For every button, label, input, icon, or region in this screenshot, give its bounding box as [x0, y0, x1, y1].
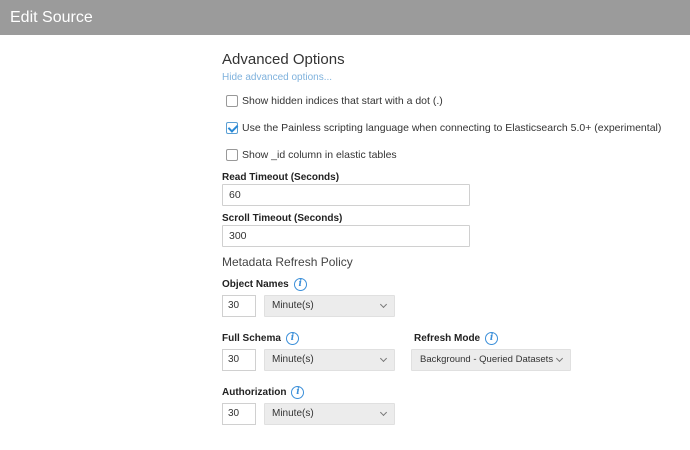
refresh-mode-select[interactable]: Background - Queried Datasets	[411, 349, 571, 371]
chevron-down-icon	[555, 354, 564, 363]
metadata-refresh-policy-title: Metadata Refresh Policy	[222, 255, 353, 269]
painless-scripting-label: Use the Painless scripting language when…	[242, 122, 662, 134]
info-icon[interactable]: i	[485, 332, 499, 345]
object-names-label: Object Names	[222, 279, 289, 290]
authorization-label-row: Authorization i	[222, 386, 305, 399]
chevron-down-icon	[379, 300, 388, 309]
authorization-label: Authorization	[222, 387, 287, 398]
hide-advanced-options-link[interactable]: Hide advanced options...	[222, 72, 332, 83]
chevron-down-icon	[379, 408, 388, 417]
show-hidden-indices-label: Show hidden indices that start with a do…	[242, 95, 443, 107]
authorization-unit-value: Minute(s)	[272, 408, 314, 419]
refresh-mode-value: Background - Queried Datasets	[420, 354, 554, 365]
show-hidden-indices-checkbox[interactable]	[226, 95, 238, 107]
scroll-timeout-label: Scroll Timeout (Seconds)	[222, 213, 343, 224]
full-schema-interval-input[interactable]: 30	[222, 349, 256, 371]
read-timeout-input[interactable]: 60	[222, 184, 470, 206]
page-title: Edit Source	[10, 9, 93, 26]
header-bar: Edit Source	[0, 0, 690, 35]
checkbox-row-show-id[interactable]: Show _id column in elastic tables	[226, 149, 397, 161]
info-icon[interactable]: i	[285, 332, 299, 345]
full-schema-unit-select[interactable]: Minute(s)	[264, 349, 395, 371]
show-id-column-checkbox[interactable]	[226, 149, 238, 161]
info-icon[interactable]: i	[293, 278, 307, 291]
scroll-timeout-input[interactable]: 300	[222, 225, 470, 247]
advanced-options-title: Advanced Options	[222, 51, 345, 68]
authorization-interval-input[interactable]: 30	[222, 403, 256, 425]
info-icon[interactable]: i	[291, 386, 305, 399]
full-schema-unit-value: Minute(s)	[272, 354, 314, 365]
painless-scripting-checkbox[interactable]	[226, 122, 238, 134]
full-schema-label-row: Full Schema i	[222, 332, 299, 345]
checkbox-row-hidden-indices[interactable]: Show hidden indices that start with a do…	[226, 95, 443, 107]
object-names-interval-input[interactable]: 30	[222, 295, 256, 317]
authorization-unit-select[interactable]: Minute(s)	[264, 403, 395, 425]
full-schema-label: Full Schema	[222, 333, 281, 344]
refresh-mode-label-row: Refresh Mode i	[414, 332, 499, 345]
checkbox-row-painless[interactable]: Use the Painless scripting language when…	[226, 122, 661, 134]
read-timeout-label: Read Timeout (Seconds)	[222, 172, 340, 183]
object-names-unit-value: Minute(s)	[272, 300, 314, 311]
show-id-column-label: Show _id column in elastic tables	[242, 149, 397, 161]
refresh-mode-label: Refresh Mode	[414, 333, 481, 344]
chevron-down-icon	[379, 354, 388, 363]
object-names-label-row: Object Names i	[222, 278, 307, 291]
object-names-unit-select[interactable]: Minute(s)	[264, 295, 395, 317]
